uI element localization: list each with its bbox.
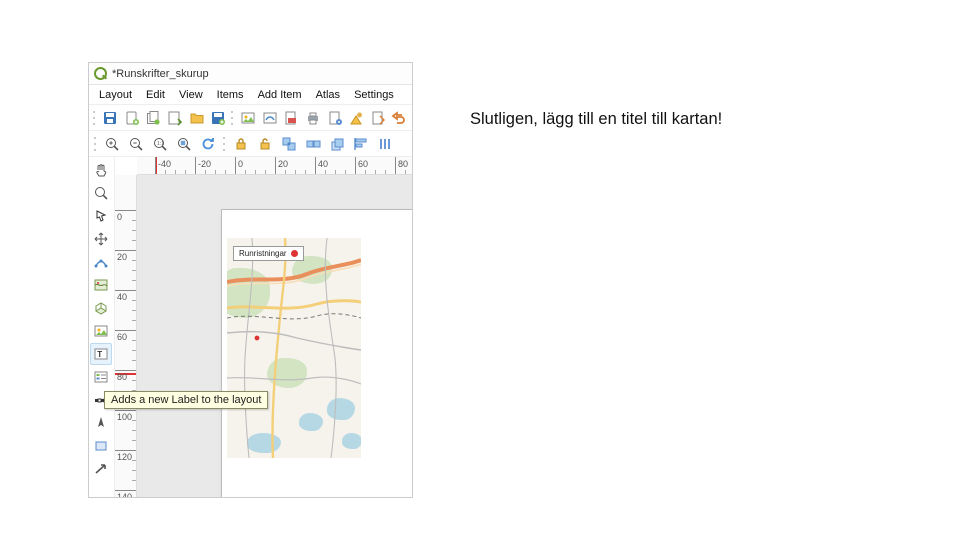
undo-button[interactable] — [390, 107, 410, 129]
zoom-full-button[interactable] — [173, 133, 195, 155]
lock-items-button[interactable] — [230, 133, 252, 155]
export-pdf-button[interactable] — [282, 107, 302, 129]
save-as-template-button[interactable] — [208, 107, 228, 129]
toolbar-grip-icon — [92, 109, 96, 127]
add-shape-button[interactable] — [90, 435, 112, 457]
add-arrow-button[interactable] — [90, 458, 112, 480]
print-button[interactable] — [303, 107, 323, 129]
toolbar-grip-icon — [230, 109, 234, 127]
zoom-actual-button[interactable]: 1:1 — [149, 133, 171, 155]
layout-page[interactable]: Runristningar — [222, 210, 412, 497]
export-svg-button[interactable] — [260, 107, 280, 129]
zoom-out-button[interactable] — [125, 133, 147, 155]
toolbar-row-2: 1:1 — [89, 131, 412, 157]
titlebar: *Runskrifter_skurup — [89, 63, 412, 85]
add-picture-button[interactable] — [90, 320, 112, 342]
app-logo-icon — [94, 67, 107, 80]
canvas-viewport[interactable]: -40-20020406080 020406080100120140 — [115, 157, 412, 497]
select-move-tool-button[interactable] — [90, 205, 112, 227]
layout-properties-button[interactable] — [346, 107, 366, 129]
export-image-button[interactable] — [238, 107, 258, 129]
menubar: Layout Edit View Items Add Item Atlas Se… — [89, 85, 412, 105]
move-item-content-button[interactable] — [90, 228, 112, 250]
ungroup-items-button[interactable] — [302, 133, 324, 155]
add-north-arrow-button[interactable] — [90, 412, 112, 434]
unlock-items-button[interactable] — [254, 133, 276, 155]
add-item-toolbox: T — [89, 157, 115, 497]
zoom-tool-button[interactable] — [90, 182, 112, 204]
add-label-button[interactable]: T — [90, 343, 112, 365]
menu-atlas[interactable]: Atlas — [310, 87, 346, 103]
distribute-items-button[interactable] — [374, 133, 396, 155]
zoom-in-button[interactable] — [101, 133, 123, 155]
legend-label: Runristningar — [239, 249, 287, 258]
tooltip: Adds a new Label to the layout — [104, 391, 268, 409]
duplicate-layout-button[interactable] — [144, 107, 164, 129]
align-items-button[interactable] — [350, 133, 372, 155]
raise-items-button[interactable] — [326, 133, 348, 155]
open-button[interactable] — [187, 107, 207, 129]
map-item[interactable] — [227, 238, 361, 458]
menu-edit[interactable]: Edit — [140, 87, 171, 103]
menu-items[interactable]: Items — [211, 87, 250, 103]
page-setup-button[interactable] — [325, 107, 345, 129]
slide-caption: Slutligen, lägg till en titel till karta… — [470, 110, 722, 129]
pan-tool-button[interactable] — [90, 159, 112, 181]
group-items-button[interactable] — [278, 133, 300, 155]
add-map-button[interactable] — [90, 274, 112, 296]
save-project-button[interactable] — [100, 107, 120, 129]
map-roads-layer — [227, 238, 361, 458]
menu-add-item[interactable]: Add Item — [252, 87, 308, 103]
add-legend-button[interactable] — [90, 366, 112, 388]
refresh-button[interactable] — [197, 133, 219, 155]
svg-text:T: T — [97, 350, 102, 359]
new-layout-button[interactable] — [122, 107, 142, 129]
layout-canvas[interactable]: Runristningar — [137, 175, 412, 497]
work-area: T -40-20020406080 020406080100120140 — [89, 157, 412, 497]
ruler-horizontal: -40-20020406080 — [137, 157, 412, 175]
atlas-settings-button[interactable] — [368, 107, 388, 129]
window-title: *Runskrifter_skurup — [112, 68, 209, 80]
toolbar-grip-icon — [92, 135, 97, 153]
menu-settings[interactable]: Settings — [348, 87, 400, 103]
add-3d-map-button[interactable] — [90, 297, 112, 319]
edit-nodes-tool-button[interactable] — [90, 251, 112, 273]
ruler-vertical: 020406080100120140 — [115, 175, 137, 497]
menu-layout[interactable]: Layout — [93, 87, 138, 103]
layout-manager-button[interactable] — [165, 107, 185, 129]
toolbar-grip-icon — [221, 135, 226, 153]
toolbar-row-1 — [89, 105, 412, 131]
tooltip-text: Adds a new Label to the layout — [111, 394, 261, 406]
legend-symbol-icon — [291, 250, 298, 257]
menu-view[interactable]: View — [173, 87, 209, 103]
svg-text:1:1: 1:1 — [157, 141, 164, 147]
legend-item[interactable]: Runristningar — [233, 246, 304, 261]
layout-composer-window: *Runskrifter_skurup Layout Edit View Ite… — [88, 62, 413, 498]
